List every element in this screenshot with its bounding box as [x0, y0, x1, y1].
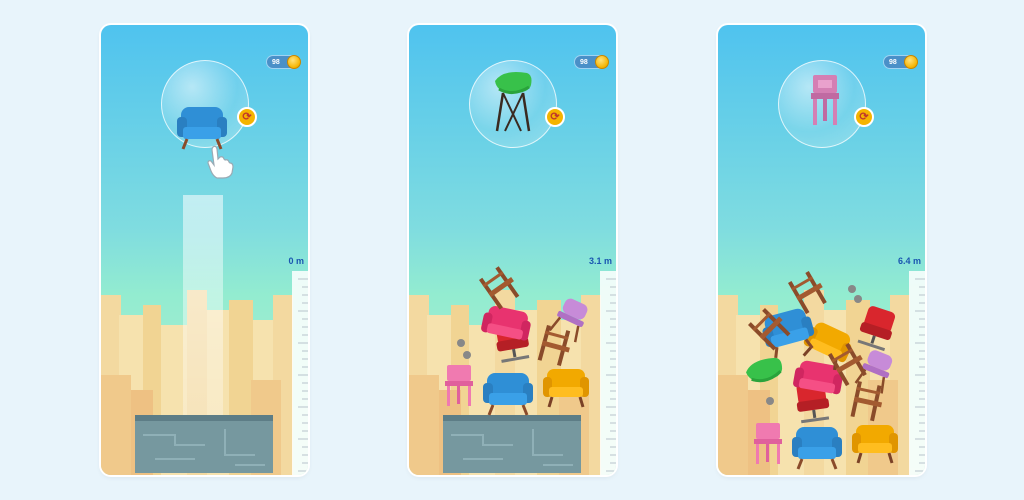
- coin-counter: 98: [574, 55, 609, 69]
- coin-count: 98: [272, 58, 280, 66]
- coin-icon: [904, 55, 918, 69]
- height-readout: 6.4 m: [897, 256, 921, 266]
- game-screen-3[interactable]: 6.4 m 98 ⟳: [718, 25, 925, 475]
- game-screen-1[interactable]: 0 m 98 ⟳: [101, 25, 308, 475]
- height-readout: 0 m: [288, 256, 304, 266]
- held-pink-chair[interactable]: [810, 75, 840, 127]
- coin-count: 98: [580, 58, 588, 66]
- coin-count: 98: [889, 58, 897, 66]
- coin-icon: [287, 55, 301, 69]
- tower-base-building: [135, 415, 274, 474]
- rotate-icon: ⟳: [859, 110, 869, 123]
- height-readout: 3.1 m: [588, 256, 612, 266]
- rotate-icon: ⟳: [242, 110, 252, 123]
- height-ruler: [600, 271, 616, 475]
- coin-icon: [595, 55, 609, 69]
- drop-guide-beam: [183, 195, 223, 443]
- coin-counter: 98: [883, 55, 918, 69]
- coin-counter: 98: [266, 55, 301, 69]
- height-ruler: [909, 271, 925, 475]
- rotate-icon: ⟳: [550, 110, 560, 123]
- held-green-chair[interactable]: [491, 71, 535, 135]
- rotate-button[interactable]: ⟳: [237, 107, 257, 127]
- game-screen-2[interactable]: 3.1 m 98 ⟳: [409, 25, 616, 475]
- rotate-button[interactable]: ⟳: [854, 107, 874, 127]
- tap-hand-icon: [207, 145, 234, 179]
- height-ruler: [292, 271, 308, 475]
- rotate-button[interactable]: ⟳: [545, 107, 565, 127]
